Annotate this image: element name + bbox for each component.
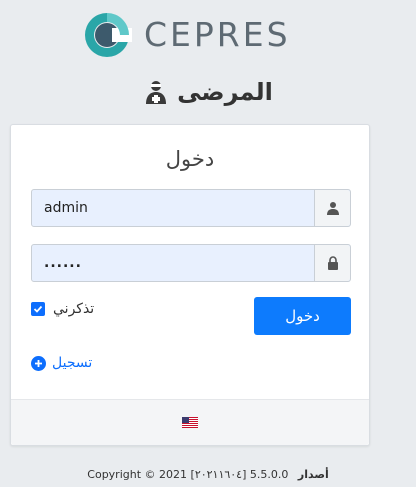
- lock-icon: [327, 256, 338, 270]
- login-title: دخول: [165, 147, 215, 171]
- login-card: دخول admin ...... تذكرني دخول تسجيل: [10, 124, 370, 446]
- copyright-text: Copyright © 2021 [٢٠٢١١٦٠٤] 5.5.0.0: [87, 468, 289, 481]
- remember-checkbox[interactable]: [31, 302, 45, 316]
- version-label: أصدار: [297, 468, 329, 481]
- username-input[interactable]: [32, 190, 314, 226]
- remember-me[interactable]: تذكرني: [31, 301, 94, 317]
- portal-title: المرضى: [177, 78, 273, 106]
- password-group: [31, 244, 351, 282]
- patient-icon: [146, 81, 167, 104]
- brand-name: CEPRES: [144, 15, 291, 54]
- lock-icon-addon: [314, 245, 350, 281]
- username-group: [31, 189, 351, 227]
- plus-circle-icon: [31, 355, 46, 371]
- cepres-logo-icon: [85, 13, 132, 57]
- login-button[interactable]: دخول: [254, 297, 351, 335]
- register-link[interactable]: تسجيل: [31, 355, 92, 371]
- remember-label: تذكرني: [53, 301, 95, 317]
- card-footer: [11, 399, 369, 445]
- checkmark-icon: [33, 305, 43, 313]
- brand-logo: CEPRES: [82, 10, 291, 60]
- user-icon: [326, 202, 339, 215]
- copyright: Copyright © 2021 [٢٠٢١١٦٠٤] 5.5.0.0 أصدا…: [0, 468, 416, 481]
- portal-heading: المرضى: [0, 78, 416, 106]
- login-page: CEPRES المرضى دخول admin ...... تذكرني د…: [0, 0, 416, 487]
- register-label: تسجيل: [52, 355, 93, 371]
- us-flag-icon[interactable]: [182, 417, 198, 428]
- user-icon-addon: [314, 190, 350, 226]
- password-input[interactable]: [32, 245, 314, 281]
